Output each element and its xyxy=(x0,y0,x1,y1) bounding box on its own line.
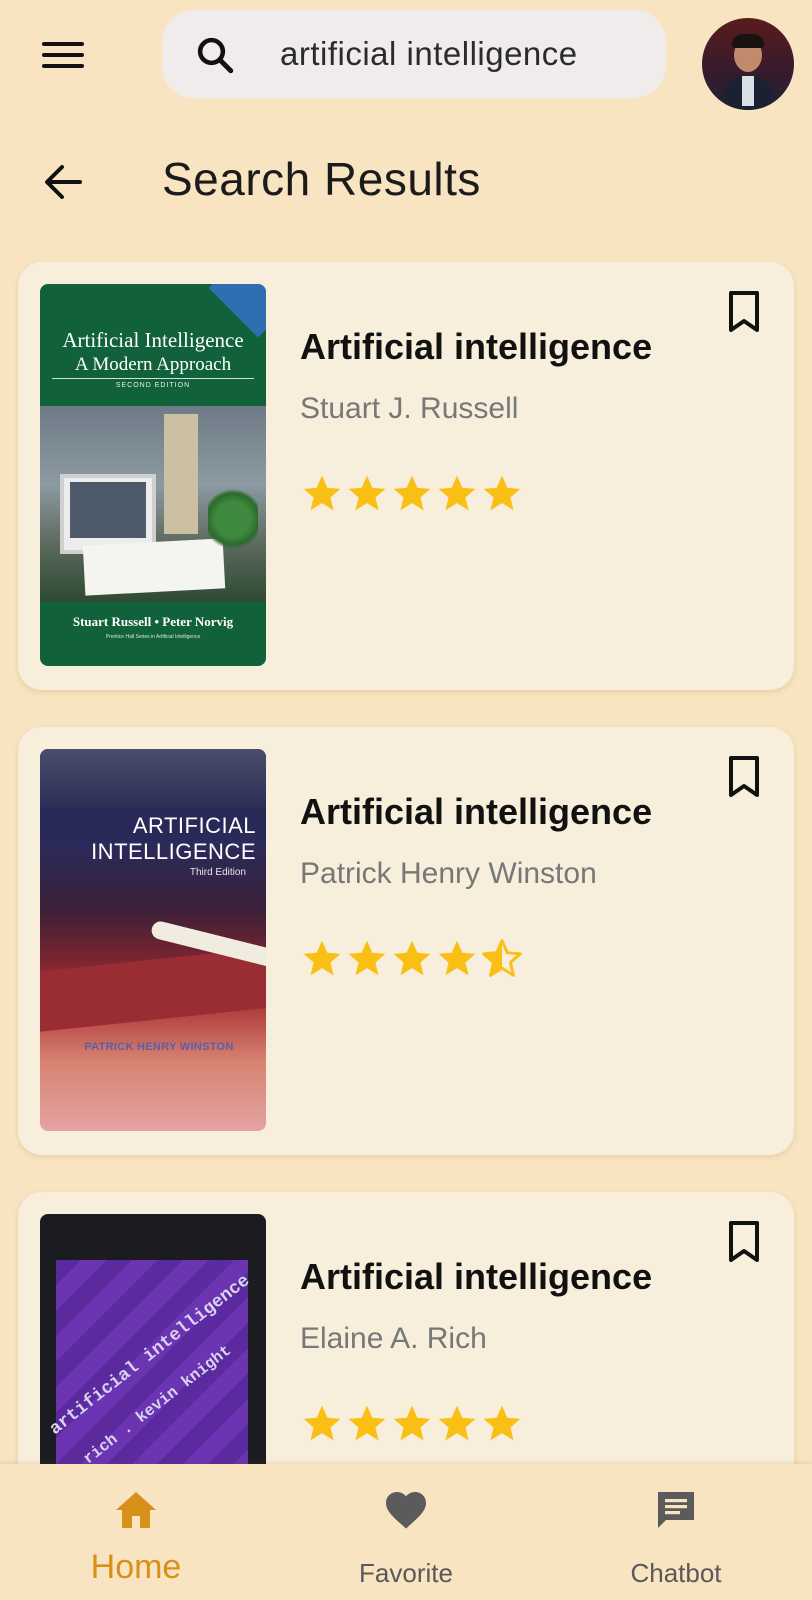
nav-favorite-label: Favorite xyxy=(359,1558,453,1588)
bookmark-icon[interactable] xyxy=(726,1220,762,1264)
rating xyxy=(300,937,524,981)
back-arrow-icon[interactable] xyxy=(42,162,86,202)
cover-subtitle: A Modern Approach xyxy=(74,354,232,375)
star-icon xyxy=(348,940,386,976)
book-author: Elaine A. Rich xyxy=(300,1322,487,1355)
results-list[interactable]: Artificial Intelligence A Modern Approac… xyxy=(0,262,812,1464)
nav-chatbot[interactable]: Chatbot xyxy=(576,1464,776,1600)
book-title[interactable]: Artificial intelligence xyxy=(300,791,652,833)
star-icon xyxy=(303,940,341,976)
book-cover[interactable]: ARTIFICIAL INTELLIGENCE Third Edition PA… xyxy=(40,749,266,1131)
cover-title: ARTIFICIAL xyxy=(132,813,256,838)
star-icon xyxy=(303,1405,341,1441)
book-author: Patrick Henry Winston xyxy=(300,857,597,890)
star-icon xyxy=(438,475,476,511)
cover-authors: PATRICK HENRY WINSTON xyxy=(84,1041,234,1053)
nav-chatbot-label: Chatbot xyxy=(630,1558,722,1588)
book-cover[interactable]: Artificial Intelligence A Modern Approac… xyxy=(40,284,266,666)
star-half-icon xyxy=(482,939,522,977)
star-icon xyxy=(303,475,341,511)
list-item[interactable]: Artificial Intelligence A Modern Approac… xyxy=(18,262,794,690)
star-icon xyxy=(393,940,431,976)
star-icon xyxy=(393,475,431,511)
list-item[interactable]: ARTIFICIAL INTELLIGENCE Third Edition PA… xyxy=(18,727,794,1155)
book-title[interactable]: Artificial intelligence xyxy=(300,326,652,368)
nav-home[interactable]: Home xyxy=(36,1464,236,1600)
cover-authors: Stuart Russell • Peter Norvig xyxy=(72,614,234,629)
book-title[interactable]: Artificial intelligence xyxy=(300,1256,652,1298)
bottom-nav: Home Favorite Chatbot xyxy=(0,1464,812,1600)
page-title: Search Results xyxy=(162,153,481,205)
star-icon xyxy=(348,475,386,511)
cover-edition: Third Edition xyxy=(189,867,246,878)
search-bar[interactable] xyxy=(162,10,666,98)
rating xyxy=(300,1402,524,1446)
cover-title-line2: INTELLIGENCE xyxy=(91,839,256,864)
star-icon xyxy=(438,1405,476,1441)
cover-series: Prentice Hall Series in Artificial Intel… xyxy=(105,634,201,640)
star-icon xyxy=(438,940,476,976)
bookmark-icon[interactable] xyxy=(726,290,762,334)
search-icon[interactable] xyxy=(194,34,236,76)
heart-icon xyxy=(386,1492,426,1529)
star-icon xyxy=(348,1405,386,1441)
star-icon xyxy=(483,475,521,511)
menu-icon[interactable] xyxy=(42,38,86,74)
search-input[interactable] xyxy=(280,24,650,84)
nav-home-label: Home xyxy=(90,1548,182,1586)
star-icon xyxy=(483,1405,521,1441)
book-cover[interactable]: artificial intelligence rich . kevin kni… xyxy=(40,1214,266,1464)
rating xyxy=(300,472,524,516)
top-bar xyxy=(0,0,812,120)
nav-favorite[interactable]: Favorite xyxy=(306,1464,506,1600)
cover-edition: SECOND EDITION xyxy=(115,382,191,389)
bookmark-icon[interactable] xyxy=(726,755,762,799)
chat-icon xyxy=(658,1492,694,1528)
cover-title: Artificial Intelligence xyxy=(62,328,244,352)
home-icon xyxy=(116,1492,156,1528)
book-author: Stuart J. Russell xyxy=(300,392,519,425)
avatar[interactable] xyxy=(702,18,794,110)
list-item[interactable]: artificial intelligence rich . kevin kni… xyxy=(18,1192,794,1464)
star-icon xyxy=(393,1405,431,1441)
